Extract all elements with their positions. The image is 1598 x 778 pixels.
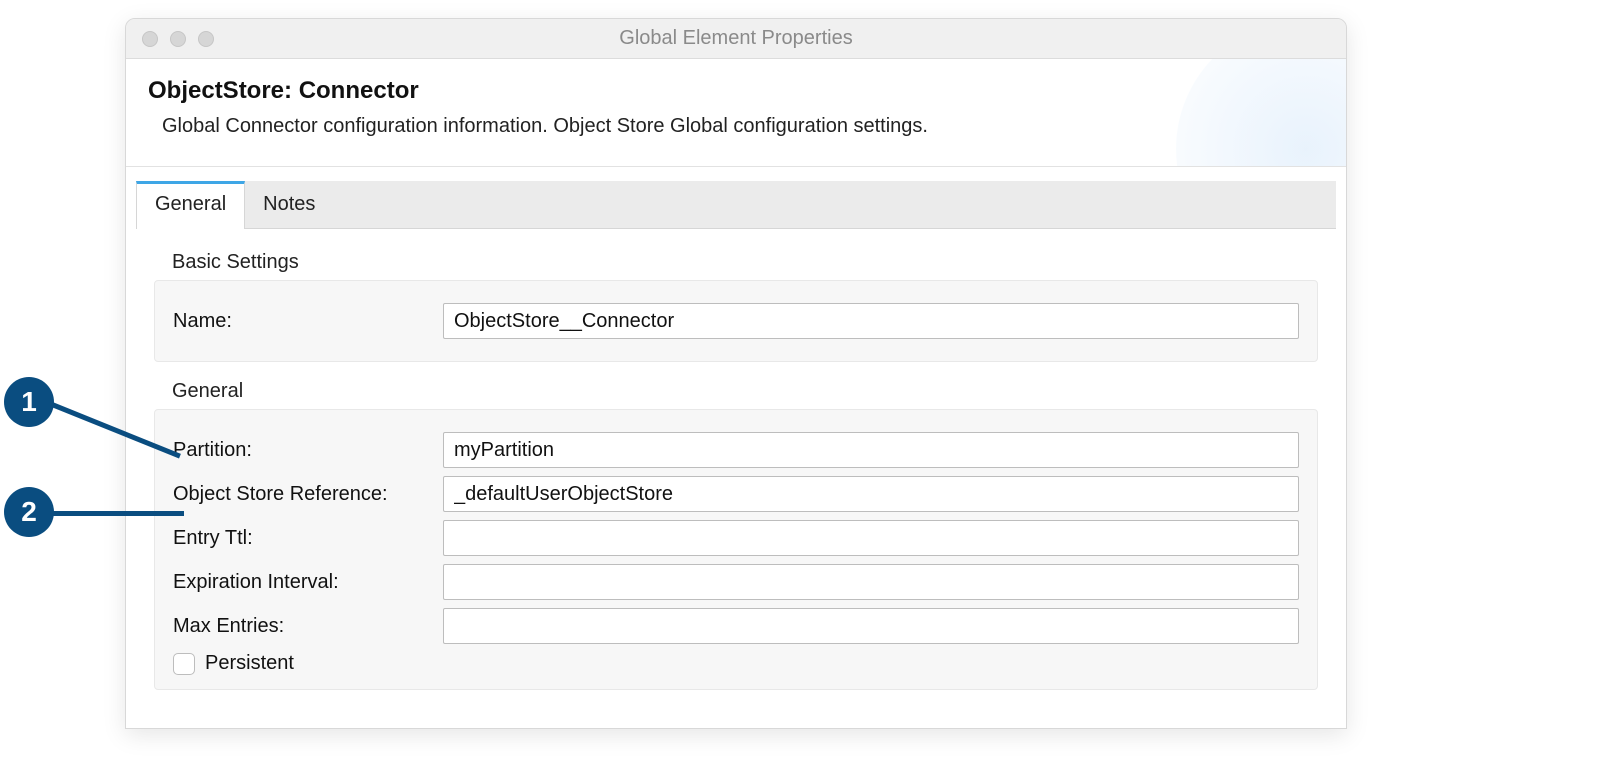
callout-number-1: 1 (21, 386, 37, 418)
window-controls (142, 31, 214, 47)
label-partition: Partition: (173, 439, 443, 462)
row-maxentries: Max Entries: (173, 608, 1299, 644)
max-entries-field[interactable] (443, 608, 1299, 644)
row-name: Name: (173, 303, 1299, 339)
tab-content: Basic Settings Name: General Partition: … (126, 229, 1346, 728)
maximize-icon[interactable] (198, 31, 214, 47)
dialog-window: Global Element Properties ObjectStore: C… (125, 18, 1347, 729)
tab-general[interactable]: General (136, 181, 245, 229)
callout-number-2: 2 (21, 496, 37, 528)
section-label-basic: Basic Settings (172, 251, 1318, 274)
partition-field[interactable] (443, 432, 1299, 468)
label-expiration: Expiration Interval: (173, 571, 443, 594)
callout-circle-1: 1 (4, 377, 54, 427)
entry-ttl-field[interactable] (443, 520, 1299, 556)
header-section: ObjectStore: Connector Global Connector … (126, 59, 1346, 167)
window-title: Global Element Properties (126, 27, 1346, 50)
name-field[interactable] (443, 303, 1299, 339)
label-name: Name: (173, 310, 443, 333)
tabbar: General Notes (136, 181, 1336, 229)
page-title: ObjectStore: Connector (148, 77, 1324, 105)
persistent-checkbox[interactable] (173, 653, 195, 675)
row-persistent: Persistent (173, 652, 1299, 675)
row-partition: Partition: (173, 432, 1299, 468)
header-accent-graphic (1176, 59, 1346, 167)
label-maxentries: Max Entries: (173, 615, 443, 638)
expiration-interval-field[interactable] (443, 564, 1299, 600)
general-settings-box: Partition: Object Store Reference: Entry… (154, 409, 1318, 690)
titlebar: Global Element Properties (126, 19, 1346, 59)
close-icon[interactable] (142, 31, 158, 47)
basic-settings-box: Name: (154, 280, 1318, 362)
row-entryttl: Entry Ttl: (173, 520, 1299, 556)
label-entryttl: Entry Ttl: (173, 527, 443, 550)
tab-notes[interactable]: Notes (245, 181, 334, 228)
page-description: Global Connector configuration informati… (148, 115, 1324, 138)
section-label-general: General (172, 380, 1318, 403)
callout-line-2 (52, 511, 184, 516)
minimize-icon[interactable] (170, 31, 186, 47)
label-persistent: Persistent (205, 652, 294, 675)
row-expiration: Expiration Interval: (173, 564, 1299, 600)
row-osref: Object Store Reference: (173, 476, 1299, 512)
object-store-reference-field[interactable] (443, 476, 1299, 512)
label-osref: Object Store Reference: (173, 483, 443, 506)
callout-circle-2: 2 (4, 487, 54, 537)
